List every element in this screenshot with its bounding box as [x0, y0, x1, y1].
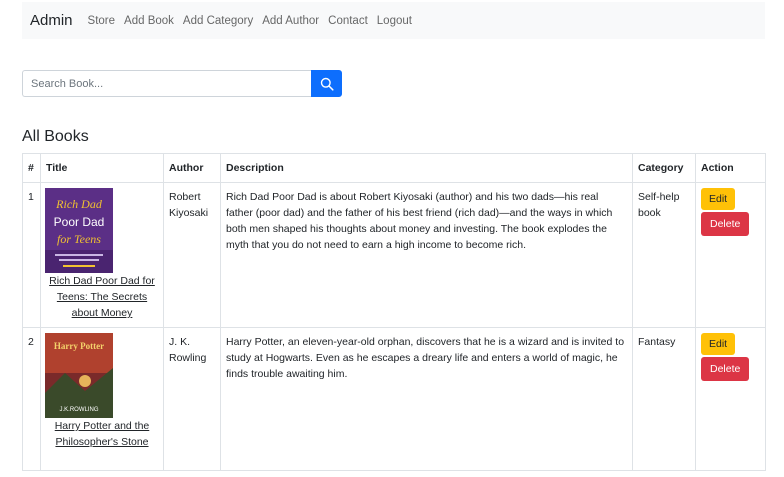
delete-button[interactable]: Delete [701, 212, 750, 236]
row-index: 2 [22, 327, 41, 471]
nav-link-contact[interactable]: Contact [328, 15, 368, 27]
table-row: 1 Rich Dad Poor Dad for Teens Rich Dad P… [22, 182, 766, 328]
header-title: Title [40, 153, 164, 183]
page-title: All Books [22, 128, 89, 145]
nav-link-store[interactable]: Store [88, 15, 116, 27]
edit-button[interactable]: Edit [701, 188, 736, 210]
edit-button[interactable]: Edit [701, 333, 736, 355]
search-icon [320, 77, 334, 91]
header-category: Category [632, 153, 696, 183]
nav-link-add-book[interactable]: Add Book [124, 15, 174, 27]
header-author: Author [163, 153, 221, 183]
search-bar [22, 70, 342, 97]
title-cell: Rich Dad Poor Dad for Teens Rich Dad Poo… [40, 182, 164, 328]
header-action: Action [695, 153, 766, 183]
author-cell: Robert Kiyosaki [163, 182, 221, 328]
header-index: # [22, 153, 41, 183]
search-button[interactable] [311, 70, 342, 97]
action-cell: Edit Delete [695, 327, 766, 471]
category-cell: Self-help book [632, 182, 696, 328]
search-input[interactable] [22, 70, 311, 97]
nav-link-add-author[interactable]: Add Author [262, 15, 319, 27]
book-title-link[interactable]: Rich Dad Poor Dad for Teens: The Secrets… [46, 273, 158, 321]
navbar-brand[interactable]: Admin [30, 12, 73, 29]
category-cell: Fantasy [632, 327, 696, 471]
nav-link-add-category[interactable]: Add Category [183, 15, 253, 27]
table-header-row: # Title Author Description Category Acti… [22, 153, 766, 183]
books-table: # Title Author Description Category Acti… [22, 153, 766, 471]
book-cover-image[interactable]: Rich Dad Poor Dad for Teens [45, 188, 113, 273]
description-cell: Harry Potter, an eleven-year-old orphan,… [220, 327, 633, 471]
row-index: 1 [22, 182, 41, 328]
cover-text-line: Poor Dad [54, 215, 105, 229]
delete-button[interactable]: Delete [701, 357, 750, 381]
cover-text-line: Harry Potter [54, 341, 104, 351]
book-cover-image[interactable]: Harry Potter J.K.ROWLING [45, 333, 113, 418]
table-row: 2 Harry Potter J.K.ROWLING Harry Potter … [22, 327, 766, 471]
cover-text-line: for Teens [57, 232, 101, 246]
nav-link-logout[interactable]: Logout [377, 15, 412, 27]
title-cell: Harry Potter J.K.ROWLING Harry Potter an… [40, 327, 164, 471]
header-description: Description [220, 153, 633, 183]
book-title-link[interactable]: Harry Potter and the Philosopher's Stone [46, 418, 158, 450]
cover-text-line: Rich Dad [55, 197, 103, 211]
cover-text-line: J.K.ROWLING [59, 407, 98, 413]
author-cell: J. K. Rowling [163, 327, 221, 471]
navbar: Admin Store Add Book Add Category Add Au… [22, 2, 765, 39]
description-cell: Rich Dad Poor Dad is about Robert Kiyosa… [220, 182, 633, 328]
action-cell: Edit Delete [695, 182, 766, 328]
